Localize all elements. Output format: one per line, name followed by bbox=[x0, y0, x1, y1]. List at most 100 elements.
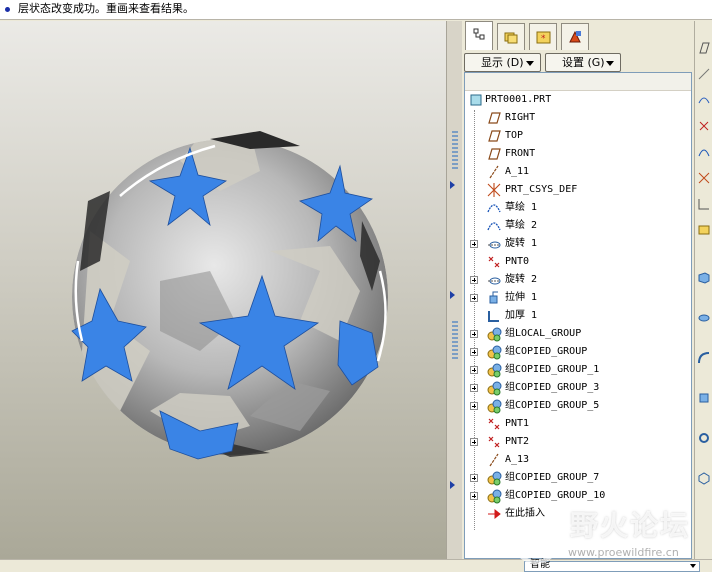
tree-item[interactable]: 组COPIED_GROUP_5 bbox=[465, 397, 691, 415]
datum-curve-tool-icon[interactable] bbox=[697, 93, 711, 107]
tab-favorites[interactable]: * bbox=[529, 23, 557, 50]
tree-item[interactable]: 草绘 1 bbox=[465, 199, 691, 217]
tab-connections[interactable] bbox=[561, 23, 589, 50]
datum-axis-tool-icon[interactable] bbox=[697, 67, 711, 81]
group-icon bbox=[487, 363, 502, 378]
collapse-arrow-icon[interactable] bbox=[450, 481, 455, 489]
tree-item-label: 拉伸 1 bbox=[505, 292, 538, 303]
svg-text:*: * bbox=[541, 34, 546, 44]
tree-item-label: 组LOCAL_GROUP bbox=[505, 328, 582, 339]
tree-item[interactable]: FRONT bbox=[465, 145, 691, 163]
sketch-icon bbox=[487, 222, 501, 231]
expand-toggle-icon[interactable] bbox=[470, 492, 478, 500]
tree-item[interactable]: 组COPIED_GROUP_10 bbox=[465, 487, 691, 505]
settings-menu-button[interactable]: 设置 (G) bbox=[545, 53, 621, 72]
tree-item-label: 旋转 1 bbox=[505, 238, 538, 249]
hole-tool-icon[interactable] bbox=[697, 431, 711, 445]
model-tree-header bbox=[465, 73, 691, 91]
tree-item[interactable]: TOP bbox=[465, 127, 691, 145]
tree-item[interactable]: PNT2 bbox=[465, 433, 691, 451]
tree-item[interactable]: 组COPIED_GROUP_7 bbox=[465, 469, 691, 487]
tree-item[interactable]: A_13 bbox=[465, 451, 691, 469]
tree-item[interactable]: 组COPIED_GROUP_1 bbox=[465, 361, 691, 379]
shell-tool-icon[interactable] bbox=[697, 471, 711, 485]
right-feature-toolbar bbox=[694, 21, 712, 559]
datum-point-tool-icon[interactable] bbox=[697, 119, 711, 133]
csys-tool-icon[interactable] bbox=[697, 171, 711, 185]
expand-toggle-icon[interactable] bbox=[470, 330, 478, 338]
tree-item[interactable]: RIGHT bbox=[465, 109, 691, 127]
expand-toggle-icon[interactable] bbox=[470, 402, 478, 410]
chevron-down-icon bbox=[606, 61, 614, 66]
tab-folder-browser[interactable] bbox=[497, 23, 525, 50]
tree-item[interactable]: 旋转 2 bbox=[465, 271, 691, 289]
tree-item[interactable]: 草绘 2 bbox=[465, 217, 691, 235]
graphics-viewport[interactable] bbox=[0, 21, 446, 559]
navigator-tabs: * bbox=[462, 21, 694, 52]
datum-plane-tool-icon[interactable] bbox=[697, 41, 711, 55]
insert-tool-icon[interactable] bbox=[697, 223, 711, 237]
tree-root[interactable]: PRT0001.PRT bbox=[465, 91, 691, 109]
expand-toggle-icon[interactable] bbox=[470, 366, 478, 374]
tree-item[interactable]: 旋转 1 bbox=[465, 235, 691, 253]
tree-item[interactable]: 在此插入 bbox=[465, 505, 691, 523]
expand-toggle-icon[interactable] bbox=[470, 438, 478, 446]
collapse-arrow-icon[interactable] bbox=[450, 291, 455, 299]
tree-toolbar: 显示 (D) 设置 (G) bbox=[462, 52, 694, 74]
model-tree[interactable]: PRT0001.PRT RIGHT TOP FRONT A_11 PRT_CSYS_DEF… bbox=[464, 72, 692, 559]
sketch-tool-icon[interactable] bbox=[697, 145, 711, 159]
expand-toggle-icon[interactable] bbox=[470, 276, 478, 284]
datum-plane-icon bbox=[488, 130, 501, 142]
extrude-tool-icon[interactable] bbox=[697, 271, 711, 285]
tree-item-label: 草绘 2 bbox=[505, 220, 538, 231]
datum-axis-icon bbox=[489, 165, 499, 179]
datum-point-icon bbox=[488, 256, 500, 268]
tree-item-label: PNT2 bbox=[505, 436, 530, 447]
favorites-folder-icon: * bbox=[536, 31, 551, 44]
tree-item[interactable]: PNT0 bbox=[465, 253, 691, 271]
tree-item-label: 草绘 1 bbox=[505, 202, 538, 213]
group-icon bbox=[487, 381, 502, 396]
tree-item[interactable]: PNT1 bbox=[465, 415, 691, 433]
tree-item[interactable]: A_11 bbox=[465, 163, 691, 181]
tree-item-label: 组COPIED_GROUP_3 bbox=[505, 382, 600, 393]
tree-item-label: 组COPIED_GROUP_7 bbox=[505, 472, 600, 483]
revolve-icon bbox=[488, 277, 501, 285]
star-ball-model bbox=[71, 131, 388, 460]
message-text: 层状态改变成功。重画来查看结果。 bbox=[18, 2, 194, 15]
expand-toggle-icon[interactable] bbox=[470, 240, 478, 248]
panel-splitter[interactable] bbox=[446, 21, 462, 559]
chevron-down-icon[interactable] bbox=[690, 564, 696, 568]
model-tree-icon bbox=[473, 28, 485, 40]
analysis-tool-icon[interactable] bbox=[697, 197, 711, 211]
status-bar: 智能 bbox=[0, 559, 712, 572]
revolve-icon bbox=[488, 241, 501, 249]
blend-tool-icon[interactable] bbox=[697, 391, 711, 405]
expand-toggle-icon[interactable] bbox=[470, 384, 478, 392]
collapse-arrow-icon[interactable] bbox=[450, 181, 455, 189]
show-menu-button[interactable]: 显示 (D) bbox=[464, 53, 541, 72]
tree-item-label: 组COPIED_GROUP_5 bbox=[505, 400, 600, 411]
tree-item[interactable]: 加厚 1 bbox=[465, 307, 691, 325]
datum-point-icon bbox=[488, 436, 500, 448]
tab-model-tree[interactable] bbox=[465, 21, 493, 50]
sweep-tool-icon[interactable] bbox=[697, 351, 711, 365]
tree-item[interactable]: 组COPIED_GROUP_3 bbox=[465, 379, 691, 397]
expand-toggle-icon[interactable] bbox=[470, 474, 478, 482]
tree-item-label: TOP bbox=[505, 130, 524, 141]
thicken-icon bbox=[488, 311, 499, 322]
settings-menu-label: 设置 (G) bbox=[562, 56, 605, 69]
expand-toggle-icon[interactable] bbox=[470, 294, 478, 302]
datum-plane-icon bbox=[488, 148, 501, 160]
connections-icon bbox=[569, 30, 581, 43]
tree-item[interactable]: 拉伸 1 bbox=[465, 289, 691, 307]
expand-toggle-icon[interactable] bbox=[470, 348, 478, 356]
tree-item-label: PRT_CSYS_DEF bbox=[505, 184, 578, 195]
tree-item[interactable]: 组COPIED_GROUP bbox=[465, 343, 691, 361]
selection-filter-value: 智能 bbox=[530, 559, 550, 570]
revolve-tool-icon[interactable] bbox=[697, 311, 711, 325]
show-menu-label: 显示 (D) bbox=[481, 56, 524, 69]
selection-filter-select[interactable] bbox=[524, 561, 700, 572]
tree-item[interactable]: 组LOCAL_GROUP bbox=[465, 325, 691, 343]
tree-item[interactable]: PRT_CSYS_DEF bbox=[465, 181, 691, 199]
